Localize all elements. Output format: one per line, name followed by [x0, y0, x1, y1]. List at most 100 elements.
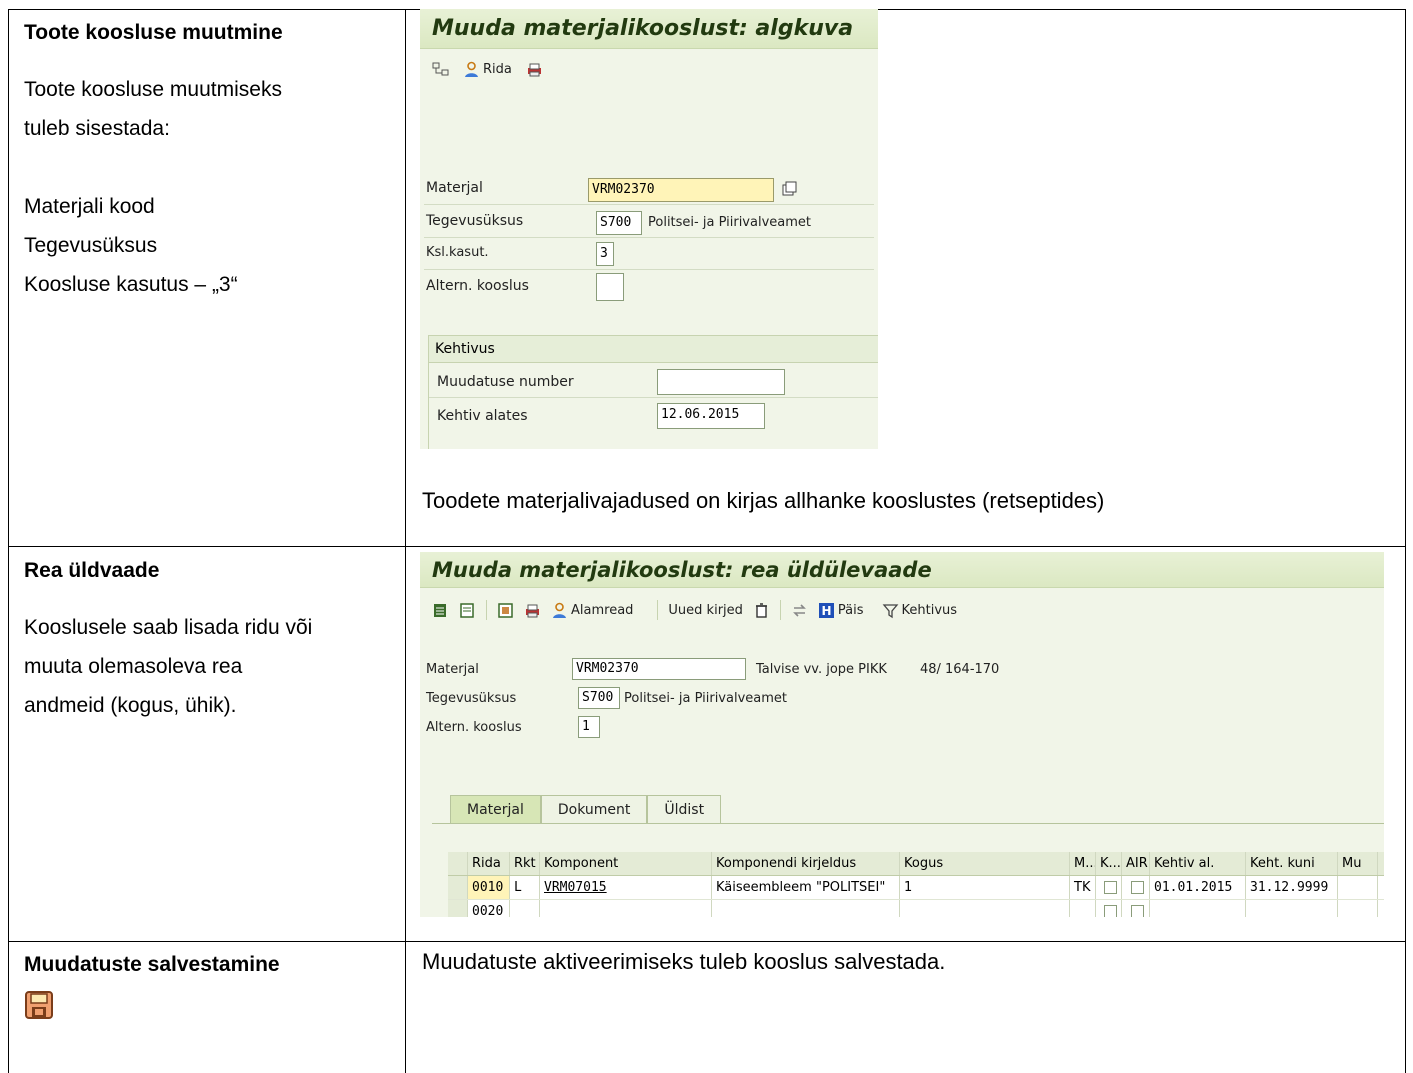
cell-component[interactable]: [540, 900, 712, 917]
column-header[interactable]: Rkt: [510, 852, 540, 875]
row-selector[interactable]: [448, 900, 468, 917]
column-header[interactable]: AIR: [1122, 852, 1150, 875]
unit-code-input[interactable]: S700: [596, 211, 642, 235]
pais-button[interactable]: H Päis: [818, 602, 864, 619]
table-row[interactable]: 0010 L VRM07015 Käiseembleem "POLITSEI" …: [448, 876, 1384, 900]
change-number-label: Muudatuse number: [437, 374, 574, 390]
cell-checkbox[interactable]: [1122, 900, 1150, 917]
cell-component[interactable]: VRM07015: [540, 876, 712, 899]
cell-extra[interactable]: [1338, 900, 1378, 917]
kehtivus-button[interactable]: Kehtivus: [882, 602, 958, 619]
svg-text:H: H: [821, 604, 831, 618]
cell-valid-to[interactable]: 31.12.9999: [1246, 876, 1338, 899]
cell-rida[interactable]: 0020: [468, 900, 510, 917]
checkbox[interactable]: [1104, 881, 1117, 894]
kehtivus-label: Kehtivus: [901, 602, 958, 618]
sap-initial-screen: Muuda materjalikooslust: algkuva Rida Ma…: [420, 9, 878, 449]
cell-unit[interactable]: [1070, 900, 1096, 917]
tab-materjal[interactable]: Materjal: [450, 795, 541, 823]
cell-description[interactable]: [712, 900, 900, 917]
unit-label: Tegevusüksus: [426, 213, 524, 229]
alamread-label: Alamread: [571, 602, 634, 618]
validity-title: Kehtivus: [429, 336, 878, 363]
usage-label: Ksl.kasut.: [426, 245, 489, 260]
deselect-icon[interactable]: [459, 602, 476, 619]
row2-title: Rea üldvaade: [24, 559, 160, 582]
header-info-icon: H: [818, 602, 834, 618]
screen-title: Muuda materjalikooslust: algkuva: [420, 9, 878, 49]
printer-icon[interactable]: [524, 602, 541, 619]
hierarchy-button[interactable]: [432, 61, 449, 78]
column-header[interactable]: Komponendi kirjeldus: [712, 852, 900, 875]
hierarchy-icon: [432, 62, 449, 75]
checkbox[interactable]: [1131, 905, 1144, 917]
tab-strip: Materjal Dokument Üldist: [450, 795, 722, 823]
toolbar-separator: [779, 600, 781, 620]
print-button[interactable]: [526, 61, 543, 78]
cell-valid-from[interactable]: [1150, 900, 1246, 917]
row1-line: tuleb sisestada:: [24, 117, 170, 140]
checkbox[interactable]: [1104, 905, 1117, 917]
unit-code-field[interactable]: S700: [578, 687, 620, 709]
material-description: Talvise vv. jope PIKK 48/ 164-170: [756, 662, 1000, 677]
cell-rida[interactable]: 0010: [468, 876, 510, 899]
column-header[interactable]: Kehtiv al.: [1150, 852, 1246, 875]
tab-dokument[interactable]: Dokument: [540, 795, 648, 823]
toolbar: Alamread Uued kirjed H Päis Kehtivus: [420, 588, 1384, 632]
cell-extra[interactable]: [1338, 876, 1378, 899]
unit-name: Politsei- ja Piirivalveamet: [648, 215, 811, 230]
column-header[interactable]: Komponent: [540, 852, 712, 875]
cell-rkt[interactable]: [510, 900, 540, 917]
column-header[interactable]: Kogus: [900, 852, 1070, 875]
row1-blank: [24, 148, 404, 187]
usage-input[interactable]: 3: [596, 242, 614, 266]
tab-uldist[interactable]: Üldist: [647, 795, 722, 823]
table-row[interactable]: 0020: [448, 900, 1384, 917]
alamread-button[interactable]: Alamread: [551, 602, 633, 619]
cell-checkbox[interactable]: [1096, 876, 1122, 899]
column-header[interactable]: Keht. kuni: [1246, 852, 1338, 875]
row1-description: Toote koosluse muutmine Toote koosluse m…: [24, 13, 404, 304]
filter-icon: [882, 603, 898, 618]
change-number-input[interactable]: [657, 369, 785, 395]
copy-icon[interactable]: [782, 181, 798, 197]
row-divider: [8, 941, 1406, 942]
uued-kirjed-button[interactable]: Uued kirjed: [668, 603, 742, 618]
cell-unit[interactable]: TK: [1070, 876, 1096, 899]
material-input[interactable]: VRM02370: [588, 178, 774, 202]
column-header[interactable]: M...: [1070, 852, 1096, 875]
row1-line: Koosluse kasutus – „3“: [24, 273, 238, 296]
cell-valid-from[interactable]: 01.01.2015: [1150, 876, 1246, 899]
column-header[interactable]: Mu: [1338, 852, 1378, 875]
cell-quantity[interactable]: 1: [900, 876, 1070, 899]
valid-from-input[interactable]: 12.06.2015: [657, 403, 765, 429]
row3-description: Muudatuste salvestamine: [24, 945, 404, 1020]
field-separator: [429, 397, 878, 398]
cell-description[interactable]: Käiseembleem "POLITSEI": [712, 876, 900, 899]
row-selector[interactable]: [448, 876, 468, 899]
material-field[interactable]: VRM02370: [572, 658, 746, 680]
row-divider: [8, 546, 1406, 547]
cell-checkbox[interactable]: [1122, 876, 1150, 899]
column-header[interactable]: Rida: [468, 852, 510, 875]
valid-from-label: Kehtiv alates: [437, 408, 528, 424]
row2-line: andmeid (kogus, ühik).: [24, 694, 237, 717]
column-header[interactable]: K...: [1096, 852, 1122, 875]
cell-rkt[interactable]: L: [510, 876, 540, 899]
checkbox[interactable]: [1131, 881, 1144, 894]
cell-quantity[interactable]: [900, 900, 1070, 917]
column-divider: [405, 9, 406, 1073]
tab-baseline: [432, 823, 1384, 824]
rida-button[interactable]: Rida: [463, 61, 512, 78]
details-icon[interactable]: [497, 602, 514, 619]
alt-input[interactable]: [596, 273, 624, 301]
cell-valid-to[interactable]: [1246, 900, 1338, 917]
select-all-icon[interactable]: [432, 602, 449, 619]
trash-icon[interactable]: [753, 602, 770, 619]
cell-checkbox[interactable]: [1096, 900, 1122, 917]
refresh-arrows-icon[interactable]: [791, 602, 808, 619]
alt-field[interactable]: 1: [578, 716, 600, 738]
field-separator: [424, 237, 874, 238]
toolbar-separator: [486, 600, 487, 620]
alt-label: Altern. kooslus: [426, 278, 529, 294]
